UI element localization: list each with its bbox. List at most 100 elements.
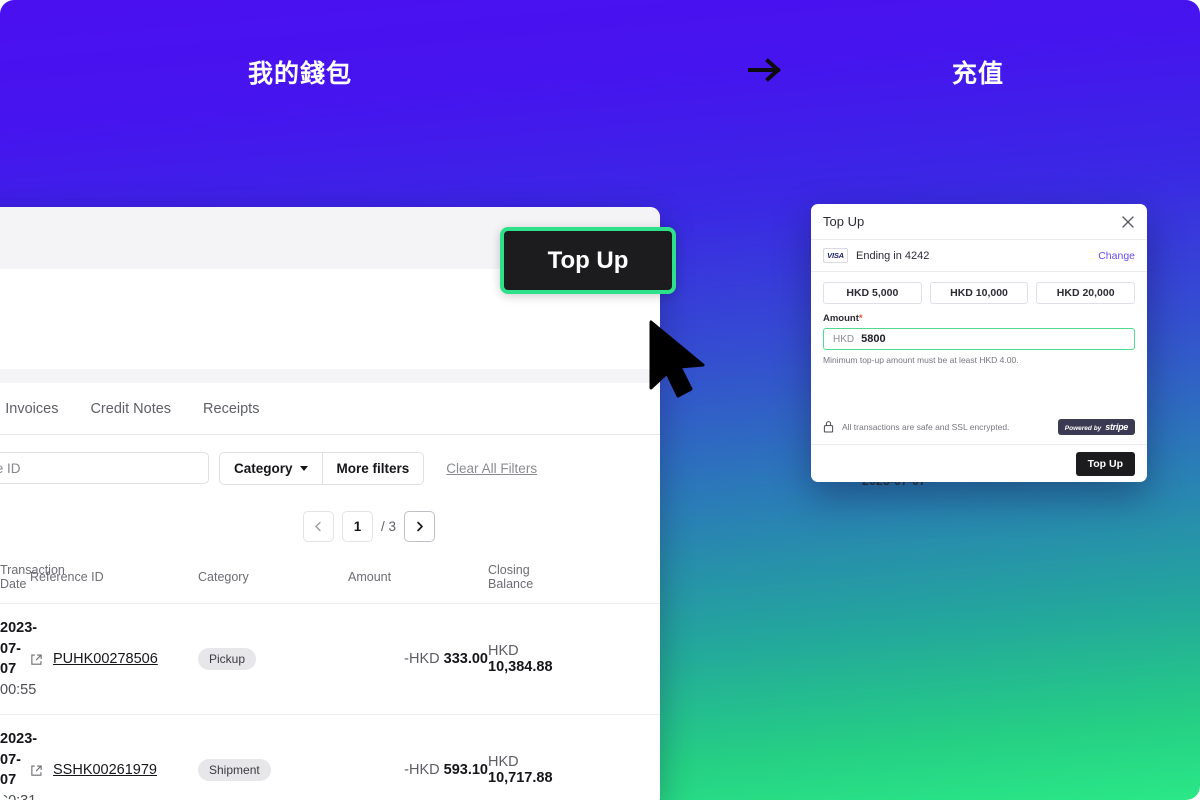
transaction-time: 00:31 <box>0 791 36 800</box>
amount-label-text: Amount <box>823 313 859 324</box>
cell-transaction-date: 2023-07-07 00:31 <box>0 714 38 800</box>
external-link-icon <box>31 765 42 776</box>
tab-invoices[interactable]: Invoices <box>0 383 74 435</box>
transactions-card: s Invoices Credit Notes Receipts Categor… <box>0 383 660 800</box>
pagination: 1 / 3 <box>302 511 435 542</box>
cell-amount: -HKD 333.00 <box>348 603 488 716</box>
pagination-total-pages: / 3 <box>380 519 396 534</box>
close-icon[interactable] <box>1120 214 1136 230</box>
cell-reference-id: PUHK00278506 <box>30 603 198 716</box>
header-right-label: 充值 <box>952 60 1005 88</box>
tab-label: Receipts <box>203 400 260 417</box>
change-card-link[interactable]: Change <box>1098 250 1135 262</box>
arrow-right-icon <box>748 58 781 82</box>
top-up-button[interactable]: Top Up <box>500 227 676 294</box>
clear-all-filters-link[interactable]: Clear All Filters <box>446 461 537 476</box>
top-up-modal: Top Up VISA Ending in 4242 Change HKD 5,… <box>811 204 1147 482</box>
category-badge: Pickup <box>198 648 257 671</box>
stripe-badge: Powered by stripe <box>1057 418 1135 435</box>
visa-icon: VISA <box>823 248 848 263</box>
tab-label: Credit Notes <box>90 400 172 417</box>
amount-currency-prefix: HKD <box>833 333 855 345</box>
column-reference-id: Reference ID <box>30 563 198 604</box>
cell-category: Pickup <box>198 603 348 716</box>
tab-credit-notes[interactable]: Credit Notes <box>74 383 187 435</box>
column-transaction-date: Transaction Date <box>0 563 65 604</box>
reference-id-link[interactable]: PUHK00278506 <box>53 651 158 667</box>
pagination-current-page[interactable]: 1 <box>341 511 373 542</box>
table-header-row: Transaction Date Reference ID Category A… <box>0 563 660 604</box>
mouse-pointer-icon <box>649 320 705 398</box>
cell-closing-balance: HKD 10,717.88 <box>488 714 660 800</box>
header-left-label: 我的錢包 <box>248 60 353 88</box>
amount-currency: -HKD <box>404 762 440 779</box>
card-ending-label: Ending in 4242 <box>856 249 930 262</box>
security-notice-text: All transactions are safe and SSL encryp… <box>842 421 1010 432</box>
amount-hint-text: Minimum top-up amount must be at least H… <box>823 355 1019 365</box>
cell-transaction-date: 2023-07-07 00:55 <box>0 603 38 716</box>
transactions-table: Transaction Date Reference ID Category A… <box>0 563 660 800</box>
amount-value: 593.10 <box>443 762 488 779</box>
table-body: 2023-07-07 00:55 PUHK00278506 Pickup -HK… <box>0 603 660 800</box>
cell-reference-id: SSHK00261979 <box>30 714 198 800</box>
required-marker: * <box>858 313 863 324</box>
amount-value: 333.00 <box>443 651 488 668</box>
amount-input-value: 5800 <box>861 333 886 345</box>
chevron-right-icon <box>417 521 423 532</box>
table-header: Transaction Date Reference ID Category A… <box>0 563 660 604</box>
column-amount: Amount <box>348 563 488 604</box>
preset-amount-5000[interactable]: HKD 5,000 <box>823 282 922 304</box>
preset-amount-20000[interactable]: HKD 20,000 <box>1036 282 1136 304</box>
chevron-left-icon <box>315 521 321 532</box>
more-filters-button[interactable]: More filters <box>322 451 425 485</box>
amount-field-label: Amount* <box>823 313 1135 324</box>
cell-amount: -HKD 593.10 <box>348 714 488 800</box>
category-badge: Shipment <box>198 759 271 782</box>
screenshot-root: 我的錢包 充值 NCE 384.88 s Invoices Cr <box>0 0 1200 800</box>
modal-title: Top Up <box>823 214 865 229</box>
filter-button-group: Category More filters <box>219 451 425 485</box>
cell-category: Shipment <box>198 714 348 800</box>
transaction-time: 00:55 <box>0 681 37 698</box>
tab-bar: s Invoices Credit Notes Receipts <box>0 383 660 435</box>
transaction-date: 2023-07-07 <box>0 620 38 678</box>
modal-body: HKD 5,000 HKD 10,000 HKD 20,000 Amount* … <box>811 272 1147 365</box>
preset-amount-group: HKD 5,000 HKD 10,000 HKD 20,000 <box>823 282 1136 304</box>
category-filter-button[interactable]: Category <box>219 451 323 485</box>
modal-footer: Top Up <box>811 445 1147 482</box>
cell-closing-balance: HKD 10,384.88 <box>488 603 660 716</box>
pagination-prev-button[interactable] <box>302 511 334 542</box>
modal-header: Top Up <box>811 204 1147 240</box>
pagination-row: s 1 / 3 <box>0 501 660 563</box>
balance-value: 10,384.88 <box>488 659 553 676</box>
tab-receipts[interactable]: Receipts <box>187 383 275 435</box>
header-banner: 我的錢包 充值 <box>0 0 1200 140</box>
preset-amount-10000[interactable]: HKD 10,000 <box>929 282 1029 304</box>
modal-top-up-submit-button[interactable]: Top Up <box>1075 451 1135 476</box>
amount-input[interactable]: HKD 5800 <box>823 328 1135 350</box>
balance-currency: HKD <box>488 754 519 771</box>
tab-label: Invoices <box>5 400 59 417</box>
table-row[interactable]: 2023-07-07 00:55 PUHK00278506 Pickup -HK… <box>0 603 660 716</box>
external-link-icon <box>31 654 42 665</box>
chevron-down-icon <box>299 466 308 471</box>
balance-value: 10,717.88 <box>488 770 553 787</box>
security-notice-row: All transactions are safe and SSL encryp… <box>811 409 1147 445</box>
wallet-panel: NCE 384.88 s Invoices Credit Notes Recei… <box>0 207 660 800</box>
top-up-button-label: Top Up <box>547 246 629 274</box>
stripe-powered-by-label: Powered by <box>1064 424 1102 432</box>
search-input[interactable] <box>0 452 209 484</box>
transaction-date: 2023-07-07 <box>0 731 38 789</box>
column-category: Category <box>198 563 348 604</box>
stripe-wordmark: stripe <box>1105 421 1128 432</box>
table-row[interactable]: 2023-07-07 00:31 SSHK00261979 <box>0 714 660 800</box>
pagination-next-button[interactable] <box>404 511 435 542</box>
lock-icon <box>823 421 834 433</box>
amount-currency: -HKD <box>404 651 440 668</box>
payment-method-row: VISA Ending in 4242 Change <box>811 240 1147 272</box>
balance-currency: HKD <box>488 643 519 660</box>
more-filters-label: More filters <box>336 460 410 476</box>
reference-id-link[interactable]: SSHK00261979 <box>53 762 157 778</box>
column-closing-balance: Closing Balance <box>488 563 660 604</box>
category-filter-label: Category <box>234 460 293 476</box>
